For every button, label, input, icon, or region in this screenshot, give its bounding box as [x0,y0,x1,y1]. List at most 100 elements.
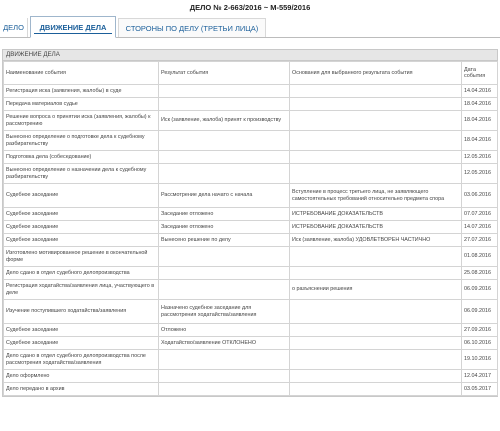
cell-result [158,349,290,370]
tab-parties[interactable]: СТОРОНЫ ПО ДЕЛУ (ТРЕТЬИ ЛИЦА) [118,18,266,37]
cell-result [158,130,290,151]
cell-event: Вынесено определение о подготовке дела к… [3,130,159,151]
table-row: Подготовка дела (собеседование) 12.05.201… [3,150,498,164]
case-title: ДЕЛО № 2-663/2016 ~ М-559/2016 [189,3,311,12]
cell-basis [289,349,462,370]
cell-event: Дело сдано в отдел судебного делопроизво… [3,266,159,280]
table-row: Судебное заседание Вынесено решение по де… [3,233,498,247]
column-header-date: Дата события [461,61,498,85]
column-header-event: Наименование события [3,61,159,85]
cell-event: Изготовлено мотивированное решение в око… [3,246,159,267]
cell-date: 06.09.2016 [461,279,498,300]
events-table: Наименование события Результат события О… [3,61,498,396]
cell-result: Заседание отложено [158,207,290,221]
cell-basis [289,84,462,98]
cell-result: Рассмотрение дела начато с начала [158,183,290,208]
cell-date: 18.04.2016 [461,130,498,151]
cell-event: Судебное заседание [3,323,159,337]
cell-event: Вынесено определение о назначении дела к… [3,163,159,184]
cell-date: 06.09.2016 [461,299,498,324]
cell-basis [289,336,462,350]
table-row: Регистрация иска (заявления, жалобы) в с… [3,84,498,98]
cell-event: Судебное заседание [3,207,159,221]
cell-result [158,279,290,300]
cell-basis [289,163,462,184]
cell-date: 03.05.2017 [461,382,498,396]
cell-result: Отложено [158,323,290,337]
cell-basis: о разъяснении решения [289,279,462,300]
cell-date: 19.10.2016 [461,349,498,370]
column-header-basis: Основания для выбранного результата собы… [289,61,462,85]
table-row: Изготовлено мотивированное решение в око… [3,246,498,267]
table-row: Дело сдано в отдел судебного делопроизво… [3,349,498,370]
cell-basis: ИСТРЕБОВАНИЕ ДОКАЗАТЕЛЬСТВ [289,207,462,221]
cell-basis [289,97,462,111]
cell-basis [289,382,462,396]
cell-result [158,246,290,267]
table-row: Судебное заседание Отложено 27.09.2016 [3,323,498,337]
cell-event: Судебное заседание [3,233,159,247]
cell-result: Иск (заявление, жалоба) принят к произво… [158,110,290,131]
cell-date: 25.08.2016 [461,266,498,280]
cell-basis [289,150,462,164]
table-row: Дело оформлено 12.04.2017 [3,369,498,383]
cell-result [158,369,290,383]
table-row: Судебное заседание Заседание отложено ИСТР… [3,220,498,234]
cell-result [158,163,290,184]
cell-basis [289,323,462,337]
cell-event: Передача материалов судье [3,97,159,111]
table-row: Дело передано в архив 03.05.2017 [3,382,498,396]
cell-date: 18.04.2016 [461,110,498,131]
cell-date: 12.04.2017 [461,369,498,383]
cell-date: 27.09.2016 [461,323,498,337]
cell-result [158,97,290,111]
cell-result [158,84,290,98]
table-body: Регистрация иска (заявления, жалобы) в с… [3,84,498,396]
cell-basis [289,246,462,267]
cell-basis: Иск (заявление, жалоба) УДОВЛЕТВОРЕН ЧАС… [289,233,462,247]
cell-date: 03.06.2016 [461,183,498,208]
cell-basis [289,299,462,324]
cell-result: Назначено судебное заседание для рассмот… [158,299,290,324]
table-row: Регистрация ходатайства/заявления лица, … [3,279,498,300]
cell-date: 07.07.2016 [461,207,498,221]
cell-event: Судебное заседание [3,183,159,208]
cell-result [158,382,290,396]
cell-basis [289,110,462,131]
cell-basis [289,369,462,383]
table-row: Судебное заседание Заседание отложено ИСТР… [3,207,498,221]
tab-case-movement[interactable]: ДВИЖЕНИЕ ДЕЛА [30,16,116,38]
cell-basis: Вступление в процесс третьего лица, не з… [289,183,462,208]
column-header-result: Результат события [158,61,290,85]
cell-result: Заседание отложено [158,220,290,234]
table-row: Судебное заседание Ходатайство/заявление … [3,336,498,350]
case-movement-section: ДВИЖЕНИЕ ДЕЛА Наименование события Резул… [2,49,498,397]
cell-date: 27.07.2016 [461,233,498,247]
cell-result [158,266,290,280]
table-row: Вынесено определение о подготовке дела к… [3,130,498,151]
cell-basis [289,266,462,280]
cell-result: Вынесено решение по делу [158,233,290,247]
cell-result [158,150,290,164]
cell-event: Дело передано в архив [3,382,159,396]
table-row: Решение вопроса о принятии иска (заявлен… [3,110,498,131]
cell-date: 01.08.2016 [461,246,498,267]
cell-date: 06.10.2016 [461,336,498,350]
cell-result: Ходатайство/заявление ОТКЛОНЕНО [158,336,290,350]
cell-event: Решение вопроса о принятии иска (заявлен… [3,110,159,131]
cell-event: Судебное заседание [3,220,159,234]
table-row: Вынесено определение о назначении дела к… [3,163,498,184]
cell-event: Регистрация иска (заявления, жалобы) в с… [3,84,159,98]
cell-event: Изучение поступившего ходатайства/заявле… [3,299,159,324]
cell-date: 12.05.2016 [461,150,498,164]
cell-basis: ИСТРЕБОВАНИЕ ДОКАЗАТЕЛЬСТВ [289,220,462,234]
cell-date: 12.05.2016 [461,163,498,184]
cell-basis [289,130,462,151]
cell-date: 18.04.2016 [461,97,498,111]
table-row: Дело сдано в отдел судебного делопроизво… [3,266,498,280]
cell-date: 14.07.2016 [461,220,498,234]
cell-event: Регистрация ходатайства/заявления лица, … [3,279,159,300]
cell-date: 14.04.2016 [461,84,498,98]
tab-case[interactable]: ДЕЛО [0,18,28,37]
cell-event: Подготовка дела (собеседование) [3,150,159,164]
